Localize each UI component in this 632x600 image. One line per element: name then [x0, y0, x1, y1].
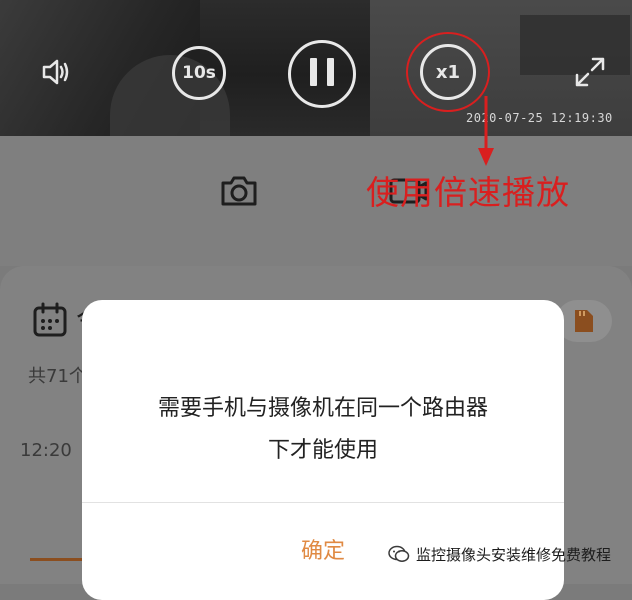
snapshot-button[interactable]	[218, 171, 260, 211]
speaker-icon	[42, 59, 69, 85]
rewind-10s-button[interactable]: 10s	[172, 46, 226, 100]
recording-count: 共71个	[28, 366, 87, 387]
watermark: 监控摄像头安装维修免费教程	[388, 540, 611, 568]
fullscreen-icon	[575, 57, 605, 87]
video-player[interactable]: 10s x1 2020-07-25 12:19:30	[0, 0, 632, 136]
sd-card-icon	[575, 310, 593, 332]
wechat-logo-icon	[388, 545, 410, 562]
annotation-text: 使用倍速播放	[366, 173, 570, 212]
sd-card-button[interactable]	[556, 300, 612, 342]
watermark-text: 监控摄像头安装维修免费教程	[416, 545, 612, 564]
pause-button[interactable]	[288, 40, 356, 108]
fullscreen-button[interactable]	[572, 54, 608, 90]
pause-icon	[305, 58, 339, 90]
dialog-message: 需要手机与摄像机在同一个路由器 下才能使用	[82, 388, 564, 472]
timeline-progress	[30, 558, 86, 561]
camera-icon	[221, 176, 257, 206]
calendar-icon[interactable]	[32, 302, 68, 338]
annotation-arrow	[478, 96, 494, 166]
dialog-message-line1: 需要手机与摄像机在同一个路由器	[157, 396, 488, 421]
speaker-button[interactable]	[36, 53, 74, 91]
timeline-time-label: 12:20	[20, 440, 72, 461]
rewind-10s-label: 10s	[182, 63, 216, 83]
dialog-message-line2: 下才能使用	[267, 438, 378, 463]
